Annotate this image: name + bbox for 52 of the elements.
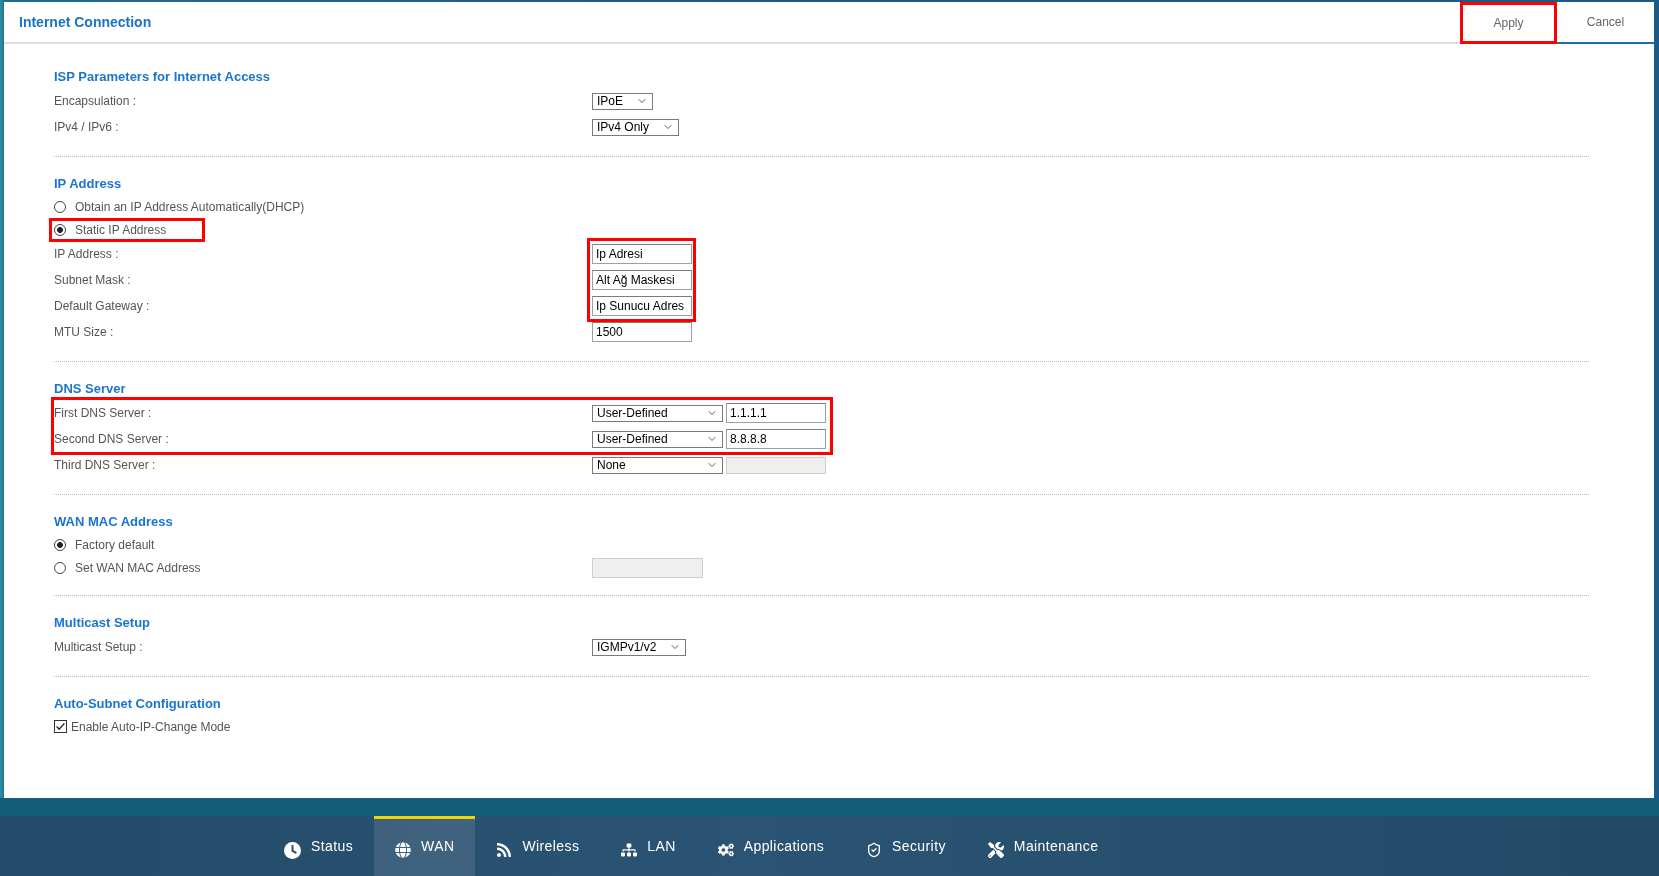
field-label: Encapsulation : — [54, 94, 137, 108]
radio-button[interactable] — [54, 200, 66, 213]
field-label: IPv4 / IPv6 : — [54, 120, 119, 134]
nav-tab[interactable]: LAN — [600, 816, 697, 876]
dropdown[interactable]: IPoE — [592, 92, 653, 110]
field-label: Third DNS Server : — [54, 458, 156, 472]
dropdown[interactable]: IPv4 Only — [592, 118, 680, 136]
globe-icon — [395, 842, 412, 858]
option-label: Obtain an IP Address Automatically(DHCP) — [75, 199, 305, 214]
nav-tab[interactable]: WAN — [374, 816, 476, 876]
nav-tab[interactable]: Applications — [696, 816, 846, 876]
section-title: ISP Parameters for Internet Access — [54, 68, 272, 86]
clock-icon — [284, 841, 301, 859]
radio-button[interactable] — [54, 538, 66, 551]
field-label: MTU Size : — [54, 325, 114, 339]
nav-tab[interactable]: Maintenance — [966, 816, 1120, 876]
network-icon — [621, 842, 638, 858]
page-title: Internet Connection — [19, 13, 152, 31]
tools-icon — [987, 842, 1004, 858]
field-label: Default Gateway : — [54, 299, 150, 313]
option-label: Static IP Address — [75, 222, 167, 237]
checkbox[interactable] — [54, 720, 67, 733]
text-field[interactable]: Ip Adresi — [592, 244, 692, 264]
apply-button[interactable]: Apply — [1460, 2, 1557, 44]
field-label: First DNS Server : — [54, 406, 152, 420]
checkbox-label: Enable Auto-IP-Change Mode — [71, 719, 231, 734]
option-label: Set WAN MAC Address — [75, 560, 201, 575]
field-label: Subnet Mask : — [54, 273, 131, 287]
field-label: Second DNS Server : — [54, 432, 169, 446]
nav-tab[interactable]: Security — [845, 816, 967, 876]
dropdown[interactable]: User-Defined — [592, 404, 723, 422]
text-field[interactable]: 1500 — [592, 322, 692, 342]
wireless-icon — [496, 842, 513, 858]
dropdown[interactable]: User-Defined — [592, 430, 723, 448]
radio-button[interactable] — [54, 223, 66, 236]
dropdown[interactable]: IGMPv1/v2 — [592, 638, 687, 656]
section-title: WAN MAC Address — [54, 513, 174, 531]
field-label: IP Address : — [54, 247, 119, 261]
option-label: Factory default — [75, 537, 155, 552]
section-title: DNS Server — [54, 380, 127, 398]
text-field[interactable]: 8.8.8.8 — [726, 429, 826, 449]
field-label: Multicast Setup : — [54, 640, 143, 654]
section-title: IP Address — [54, 175, 123, 193]
nav-tab[interactable]: Status — [263, 816, 375, 876]
shield-check-icon — [866, 842, 883, 858]
section-title: Multicast Setup — [54, 614, 152, 632]
gears-icon — [717, 842, 734, 858]
section-title: Auto-Subnet Configuration — [54, 695, 222, 713]
text-field[interactable]: Ip Sunucu Adres — [592, 296, 692, 316]
text-field[interactable]: Alt Ağ Maskesi — [592, 270, 692, 290]
text-field[interactable]: 1.1.1.1 — [726, 403, 826, 423]
nav-tab[interactable]: Wireless — [475, 816, 601, 876]
